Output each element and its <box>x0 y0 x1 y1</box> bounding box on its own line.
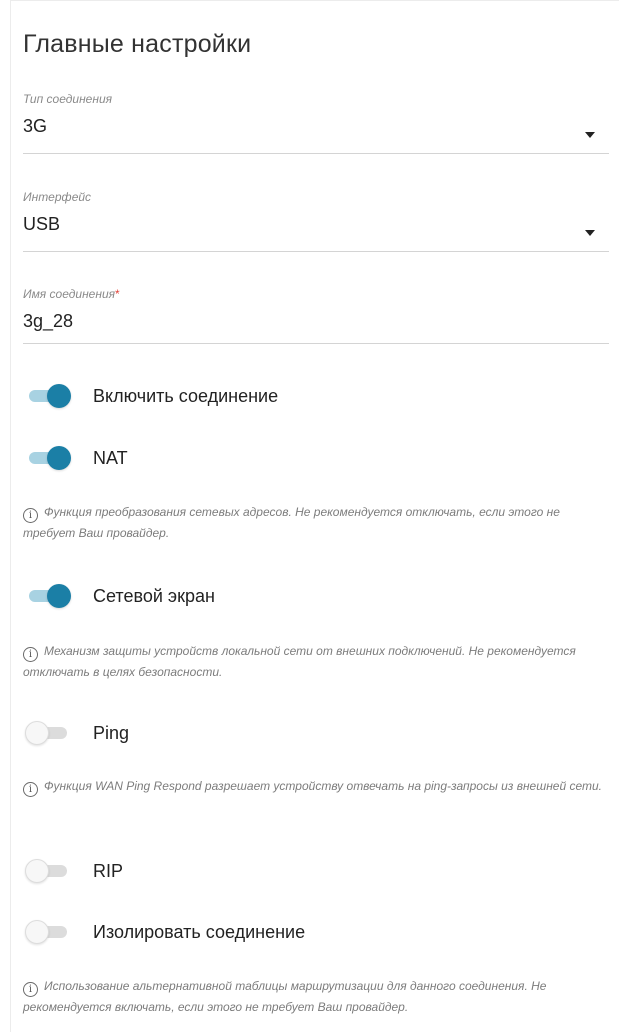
isolate-connection-toggle[interactable]: Изолировать соединение <box>25 917 305 947</box>
toggle-switch-off[interactable] <box>25 721 71 745</box>
toggle-switch-on[interactable] <box>25 384 71 408</box>
connection-type-value: 3G <box>23 116 48 136</box>
divider <box>23 251 609 252</box>
isolate-hint: i Использование альтернативной таблицы ма… <box>23 979 547 1014</box>
divider <box>23 343 609 344</box>
rip-label: RIP <box>93 860 124 881</box>
ping-toggle[interactable]: Ping <box>25 718 129 748</box>
nat-label: NAT <box>93 447 128 468</box>
interface-value: USB <box>23 214 61 234</box>
nat-toggle[interactable]: NAT <box>25 443 128 473</box>
caret-down-icon <box>585 230 595 236</box>
firewall-label: Сетевой экран <box>93 585 215 606</box>
ping-hint: i Функция WAN Ping Respond разрешает устр… <box>23 776 603 797</box>
caret-down-icon <box>585 132 595 138</box>
connection-type-select[interactable]: Тип соединения 3G <box>23 92 609 154</box>
info-circle-icon: i <box>23 508 38 523</box>
connection-name-label: Имя соединения* <box>23 287 120 301</box>
toggle-switch-off[interactable] <box>25 920 71 944</box>
isolate-connection-label: Изолировать соединение <box>93 921 306 942</box>
ping-label: Ping <box>93 722 130 743</box>
toggle-switch-off[interactable] <box>25 859 71 883</box>
divider <box>23 153 609 154</box>
connection-name-field[interactable]: Имя соединения* 3g_28 <box>23 287 609 344</box>
nat-hint: i Функция преобразования сетевых адресов.… <box>23 505 560 540</box>
firewall-toggle[interactable]: Сетевой экран <box>25 581 215 611</box>
toggle-switch-on[interactable] <box>25 584 71 608</box>
firewall-hint: i Механизм защиты устройств локальной сет… <box>23 644 576 679</box>
page-title: Главные настройки <box>23 30 252 58</box>
rip-toggle[interactable]: RIP <box>25 856 123 886</box>
interface-select[interactable]: Интерфейс USB <box>23 190 609 252</box>
info-circle-icon: i <box>23 782 38 797</box>
connection-type-label: Тип соединения <box>23 92 113 106</box>
toggle-switch-on[interactable] <box>25 446 71 470</box>
interface-label: Интерфейс <box>23 190 92 204</box>
info-circle-icon: i <box>23 982 38 997</box>
enable-connection-label: Включить соединение <box>93 385 279 406</box>
required-mark: * <box>115 287 120 301</box>
enable-connection-toggle[interactable]: Включить соединение <box>25 381 278 411</box>
connection-name-input[interactable]: 3g_28 <box>23 311 609 339</box>
info-circle-icon: i <box>23 647 38 662</box>
